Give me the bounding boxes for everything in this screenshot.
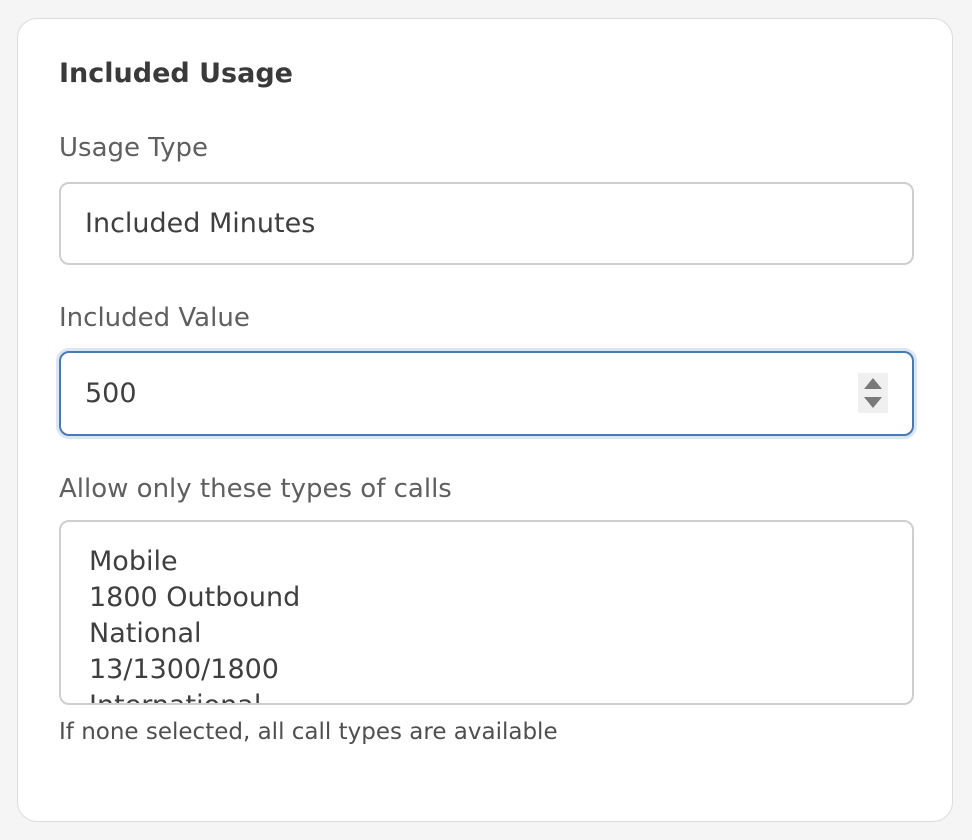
call-type-option[interactable]: 13/1300/1800 bbox=[89, 652, 912, 688]
call-type-option[interactable]: 1800 Outbound bbox=[89, 580, 912, 616]
section-title: Included Usage bbox=[59, 58, 293, 89]
usage-type-input[interactable] bbox=[59, 182, 914, 265]
spin-up-arrow-icon[interactable] bbox=[864, 378, 882, 389]
included-value-label: Included Value bbox=[59, 303, 250, 333]
call-types-help-text: If none selected, all call types are ava… bbox=[59, 719, 558, 745]
included-value-text: 500 bbox=[85, 378, 137, 409]
call-type-option[interactable]: International bbox=[89, 688, 912, 703]
included-usage-card: Included Usage Usage Type Included Value… bbox=[17, 18, 953, 822]
call-type-option[interactable]: Mobile bbox=[89, 544, 912, 580]
call-type-option[interactable]: National bbox=[89, 616, 912, 652]
call-types-multiselect[interactable]: Mobile 1800 Outbound National 13/1300/18… bbox=[59, 520, 914, 705]
spin-down-arrow-icon[interactable] bbox=[864, 397, 882, 408]
call-types-label: Allow only these types of calls bbox=[59, 474, 452, 504]
usage-type-label: Usage Type bbox=[59, 133, 208, 163]
included-value-input[interactable]: 500 bbox=[59, 351, 914, 436]
number-spinner[interactable] bbox=[858, 373, 888, 413]
